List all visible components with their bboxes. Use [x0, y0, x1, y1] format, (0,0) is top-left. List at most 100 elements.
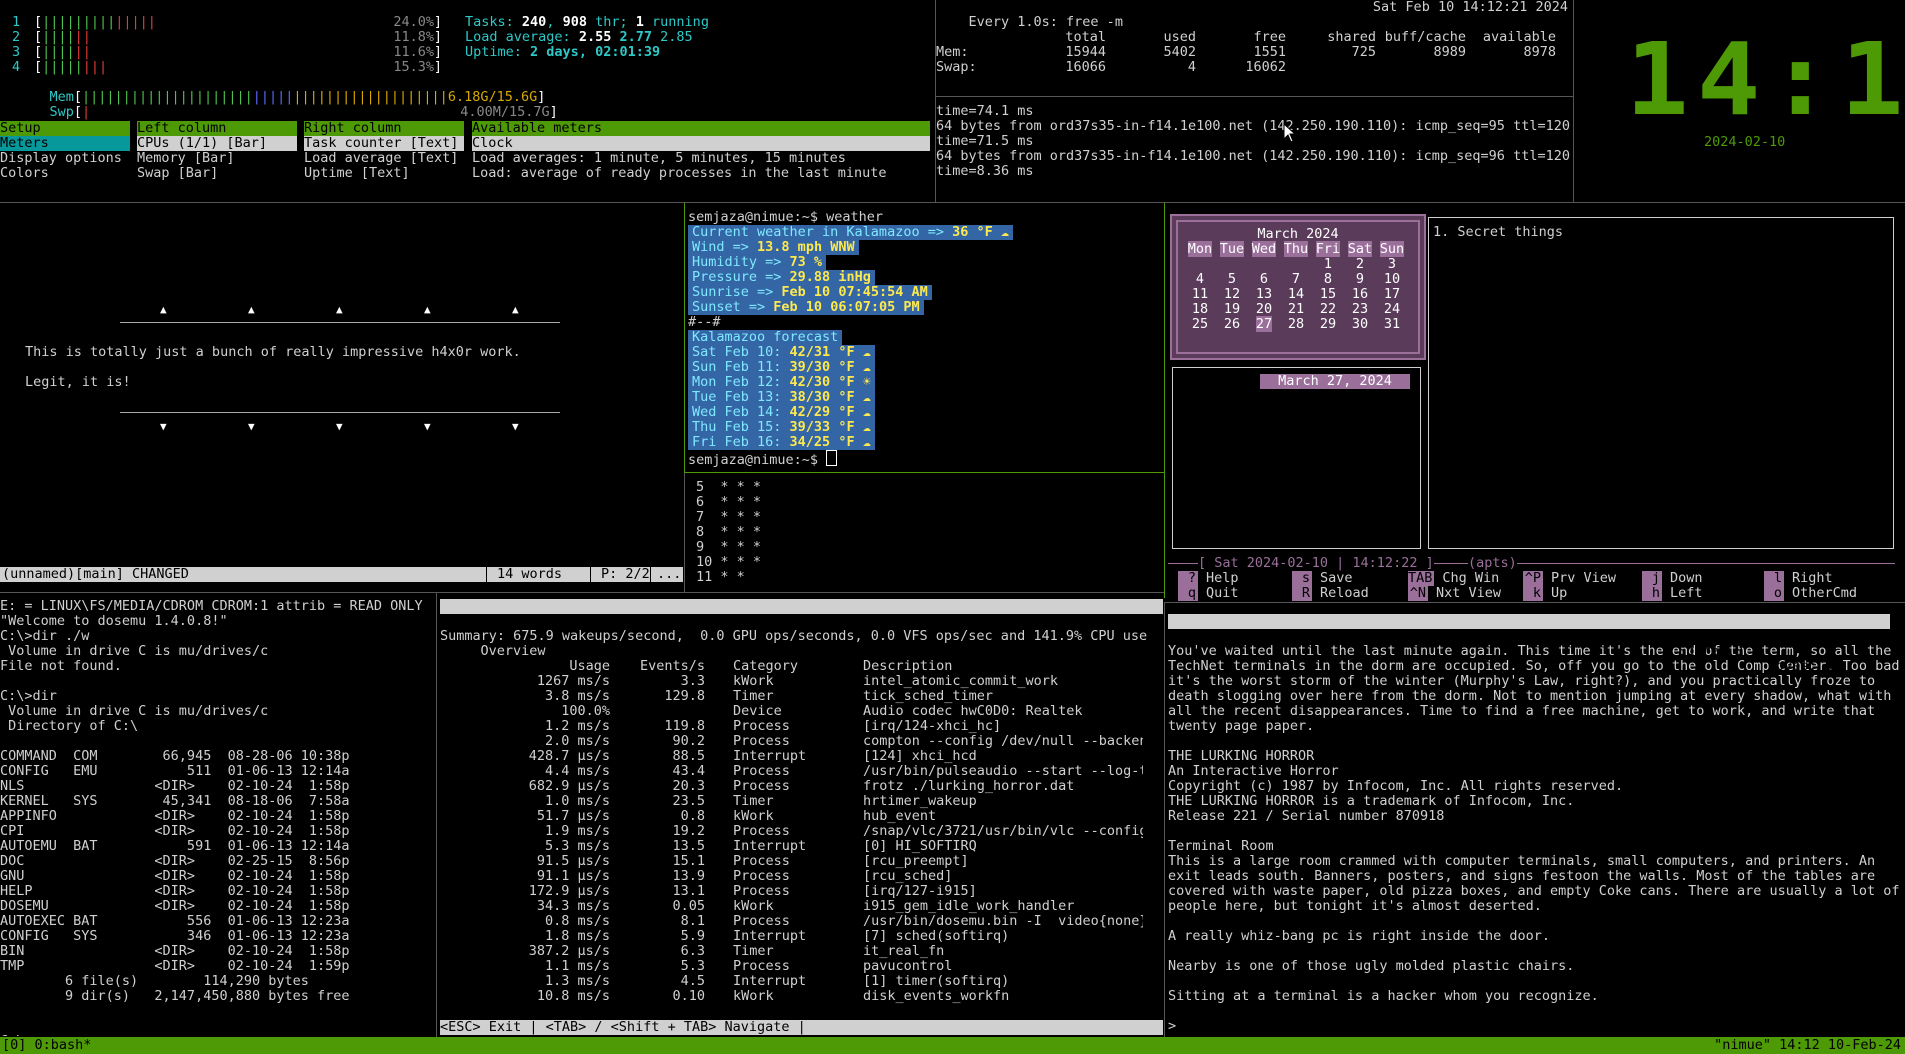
calcurse-key-hint[interactable]: s Save	[1292, 571, 1353, 586]
ping-pane[interactable]: time=74.1 ms 64 bytes from ord37s35-in-f1…	[936, 104, 1573, 199]
editor-text-line[interactable]: Legit, it is!	[25, 375, 131, 390]
calcurse-key-hint[interactable]: R Reload	[1292, 586, 1369, 601]
setup-item-display-options[interactable]: Display options	[0, 151, 130, 166]
powertop-tab-overview[interactable]: Overview	[472, 644, 554, 659]
meter-memory[interactable]: Memory [Bar]	[137, 151, 297, 166]
calendar-day[interactable]: 16	[1344, 287, 1376, 302]
calendar-widget[interactable]: March 2024 Mon Tue Wed Thu Fri Sat Sun 1 2 3 4 5 6 7 8…	[1170, 214, 1426, 360]
powertop-row[interactable]: 682.9 µs/s 20.3 Process frotz ./lurking_hor…	[440, 779, 1163, 794]
powertop-row[interactable]: 5.3 ms/s 13.5 Interrupt [0] HI_SOFTIRQ	[440, 839, 1163, 854]
meter-task-counter[interactable]: Task counter [Text]	[304, 136, 464, 151]
calendar-day[interactable]: 3	[1376, 257, 1408, 272]
calendar-day[interactable]: 15	[1312, 287, 1344, 302]
calcurse-key-hint[interactable]: k Up	[1523, 586, 1567, 601]
powertop-row[interactable]: 428.7 µs/s 88.5 Interrupt [124] xhci_hcd	[440, 749, 1163, 764]
available-meter-load-averages[interactable]: Load averages: 1 minute, 5 minutes, 15 m…	[472, 151, 930, 166]
calendar-day[interactable]: 22	[1312, 302, 1344, 317]
powertop-row[interactable]: 387.2 µs/s 6.3 Timer it_real_fn	[440, 944, 1163, 959]
calcurse-key-hint[interactable]: ^N Nxt View	[1408, 586, 1501, 601]
calendar-day[interactable]: 18	[1184, 302, 1216, 317]
calendar-day[interactable]: 13	[1248, 287, 1280, 302]
powertop-row[interactable]: 172.9 µs/s 13.1 Process [irq/127-i915]	[440, 884, 1163, 899]
powertop-tab-device-stats[interactable]: Device stats	[789, 644, 903, 659]
weather-pane[interactable]: semjaza@nimue:~$ weather Current weather…	[688, 210, 1163, 472]
calcurse-key-hint[interactable]: l Right	[1764, 571, 1833, 586]
htop-setup-col4[interactable]: Available meters Clock Load averages: 1 …	[472, 121, 930, 181]
calendar-day[interactable]: 20	[1248, 302, 1280, 317]
powertop-row[interactable]: 91.5 µs/s 15.1 Process [rcu_preempt]	[440, 854, 1163, 869]
calendar-day[interactable]: 30	[1344, 317, 1376, 332]
powertop-tabbar[interactable]: PowerTOP 2.8 Overview Idle stats Frequency…	[440, 599, 1163, 659]
powertop-row[interactable]: 1.1 ms/s 5.3 Process pavucontrol	[440, 959, 1163, 974]
todo-box[interactable]: 1. Secret things	[1428, 217, 1894, 549]
calendar-day[interactable]: 23	[1344, 302, 1376, 317]
calendar-day[interactable]: 31	[1376, 317, 1408, 332]
powertop-row[interactable]: 1.0 ms/s 23.5 Timer hrtimer_wakeup	[440, 794, 1163, 809]
calendar-day-selected[interactable]: 27	[1255, 316, 1273, 332]
powertop-tab-idle-stats[interactable]: Idle stats	[554, 644, 651, 659]
htop-pane[interactable]: 1 [|||||||||||||| 24.0%] 2 [|||||| 11.8%] 3 [||…	[0, 0, 935, 195]
calendar-day[interactable]: 9	[1344, 272, 1376, 287]
calendar-day[interactable]: 14	[1280, 287, 1312, 302]
calendar-day[interactable]: 10	[1376, 272, 1408, 287]
calendar-day[interactable]: 7	[1280, 272, 1312, 287]
stars-pane[interactable]: 5 * * * 6 * * * 7 * * * 8 * * * 9 * * * 10 * …	[688, 480, 1163, 588]
powertop-row[interactable]: 1.2 ms/s 119.8 Process [irq/124-xhci_hc]	[440, 719, 1163, 734]
calendar-day[interactable]: 2	[1344, 257, 1376, 272]
editor-pane[interactable]: ▲ ▲ ▲ ▲ ▲ This is totally just a bunch of re…	[0, 203, 683, 588]
powertop-row[interactable]: 10.8 ms/s 0.10 kWork disk_events_workfn	[440, 989, 1163, 1004]
calcurse-key-hint[interactable]: q Quit	[1178, 586, 1239, 601]
calendar-day[interactable]: 29	[1312, 317, 1344, 332]
calendar-day[interactable]: 27	[1248, 316, 1280, 332]
calcurse-key-hint[interactable]: o OtherCmd	[1764, 586, 1857, 601]
calcurse-key-hint[interactable]: h Left	[1642, 586, 1703, 601]
powertop-row[interactable]: 1.3 ms/s 4.5 Interrupt [1] timer(softirq)	[440, 974, 1163, 989]
meter-uptime[interactable]: Uptime [Text]	[304, 166, 464, 181]
powertop-row[interactable]: 1267 ms/s 3.3 kWork intel_atomic_commit_wor…	[440, 674, 1163, 689]
powertop-row[interactable]: 51.7 µs/s 0.8 kWork hub_event	[440, 809, 1163, 824]
powertop-row[interactable]: 4.4 ms/s 43.4 Process/usr/bin/pulseaudio -…	[440, 764, 1163, 779]
calendar-day[interactable]: 11	[1184, 287, 1216, 302]
shell-prompt[interactable]: semjaza@nimue:~$	[688, 450, 1163, 468]
htop-setup-col2[interactable]: Left column CPUs (1/1) [Bar] Memory [Bar…	[137, 121, 297, 181]
calcurse-key-hint[interactable]: ^P Prv View	[1523, 571, 1616, 586]
calendar-day[interactable]: 8	[1312, 272, 1344, 287]
todo-item[interactable]: 1. Secret things	[1433, 225, 1563, 240]
calcurse-key-hint[interactable]: ? Help	[1178, 571, 1239, 586]
calendar-day[interactable]: 6	[1248, 272, 1280, 287]
powertop-row[interactable]: 91.1 µs/s 13.9 Process [rcu_sched]	[440, 869, 1163, 884]
powertop-row[interactable]: 0.8 ms/s 8.1 Process/usr/bin/dosemu.bin -I…	[440, 914, 1163, 929]
available-meter-clock[interactable]: Clock	[472, 136, 930, 151]
calendar-day[interactable]: 21	[1280, 302, 1312, 317]
calendar-day[interactable]: 24	[1376, 302, 1408, 317]
game-pane[interactable]: Terminal Room Score: 0 Moves: 0 You've w…	[1168, 614, 1905, 1036]
calendar-day[interactable]: 17	[1376, 287, 1408, 302]
available-meter-load[interactable]: Load: average of ready processes in the …	[472, 166, 930, 181]
meter-load-average[interactable]: Load average [Text]	[304, 151, 464, 166]
setup-item-colors[interactable]: Colors	[0, 166, 130, 181]
calendar-day[interactable]: 28	[1280, 317, 1312, 332]
powertop-row[interactable]: 100.0% Device Audio codec hwC0D0: Realtek	[440, 704, 1163, 719]
htop-setup-col3[interactable]: Right column Task counter [Text] Load av…	[304, 121, 464, 181]
meter-cpus[interactable]: CPUs (1/1) [Bar]	[137, 136, 297, 151]
htop-setup-col1[interactable]: Setup Meters Display options Colors	[0, 121, 130, 181]
calendar-day[interactable]: 19	[1216, 302, 1248, 317]
dosemu-pane[interactable]: E: = LINUX\FS/MEDIA/CDROM CDROM:1 attrib…	[0, 599, 435, 1036]
calcurse-key-hint[interactable]: j Down	[1642, 571, 1703, 586]
calcurse-keybar[interactable]: ? Help q Quit s Save R Reload TAB Chg Win ^N Nxt Vi…	[1168, 571, 1905, 601]
calendar-day[interactable]: 1	[1312, 257, 1344, 272]
game-output[interactable]: You've waited until the last minute agai…	[1168, 644, 1905, 1034]
editor-text-line[interactable]: This is totally just a bunch of really i…	[25, 345, 521, 360]
calendar-day[interactable]: 26	[1216, 317, 1248, 332]
calendar-grid[interactable]: Mon Tue Wed Thu Fri Sat Sun 1 2 3 4 5 6 7 8 9 10 11 12 13 14…	[1184, 241, 1414, 332]
powertop-tab-frequency-stats[interactable]: Frequency stats	[651, 644, 789, 659]
calcurse-key-hint[interactable]: TAB Chg Win	[1408, 571, 1499, 586]
calendar-day[interactable]: 4	[1184, 272, 1216, 287]
calendar-day[interactable]: 25	[1184, 317, 1216, 332]
powertop-pane[interactable]: PowerTOP 2.8 Overview Idle stats Frequency…	[440, 599, 1163, 1036]
tmux-window-list[interactable]: [0] 0:bash*	[2, 1038, 91, 1053]
calendar-day[interactable]: 5	[1216, 272, 1248, 287]
meter-swap[interactable]: Swap [Bar]	[137, 166, 297, 181]
free-watch-pane[interactable]: Every 1.0s: free -m Sat Feb 10 14:12:21 …	[936, 0, 1573, 95]
powertop-row[interactable]: 1.9 ms/s 19.2 Process/snap/vlc/3721/usr/bi…	[440, 824, 1163, 839]
